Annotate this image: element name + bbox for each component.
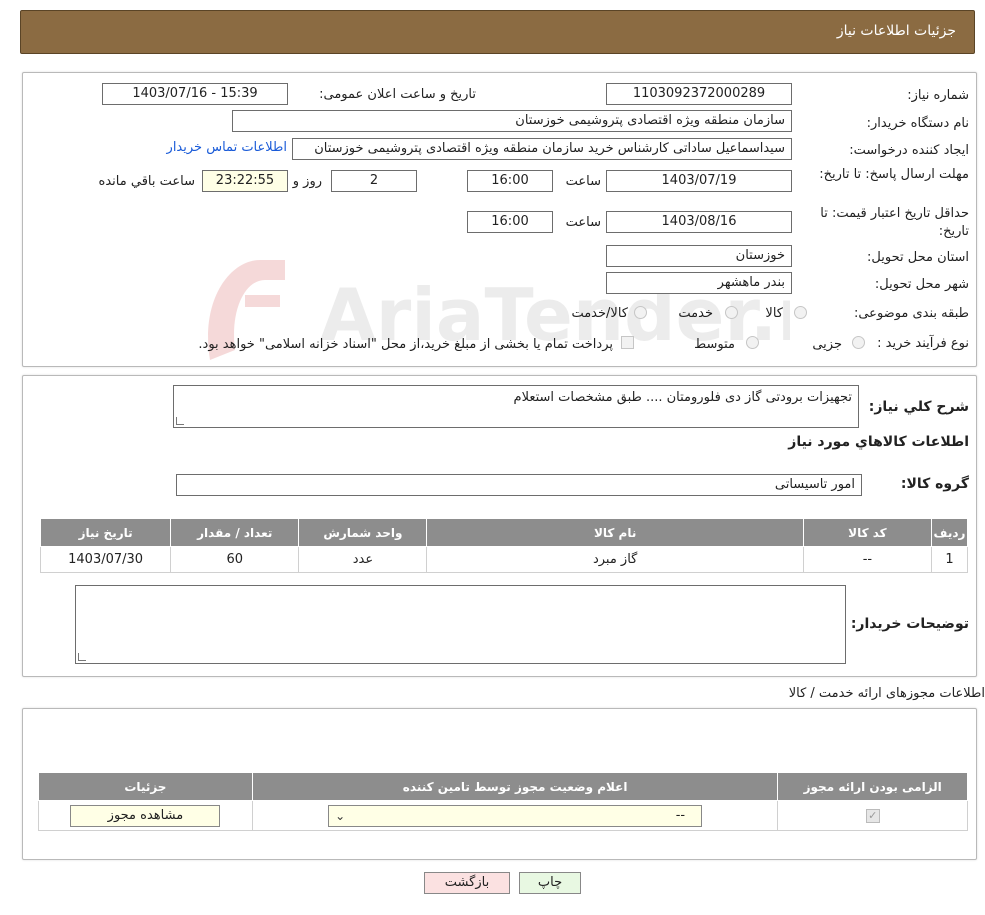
validity-label: حداقل تاریخ اعتبار قیمت: تا تاریخ: <box>799 205 969 241</box>
checkbox-checked-icon[interactable]: ✓ <box>865 809 880 823</box>
resize-handle-icon[interactable] <box>176 417 184 425</box>
category-option-goods: کالا <box>765 306 783 321</box>
table-row: 1 -- گاز مبرد عدد 60 1403/07/30 <box>39 546 969 573</box>
need-number-field: 1103092372000289 <box>606 83 792 105</box>
goods-info-title: اطلاعات کالاهاي مورد نياز <box>788 434 969 450</box>
buyer-field: سازمان منطقه ویژه اقتصادی پتروشیمی خوزست… <box>232 110 792 132</box>
city-field: بندر ماهشهر <box>606 272 792 294</box>
items-table: ردیف کد کالا نام کالا واحد شمارش تعداد /… <box>39 518 969 573</box>
deadline-time-field: 16:00 <box>467 170 553 192</box>
goods-group-label: گروه کالا: <box>900 476 969 492</box>
days-field: 2 <box>331 170 417 192</box>
process-checkbox[interactable] <box>621 336 634 349</box>
announce-label: تاریخ و ساعت اعلان عمومی: <box>319 87 476 102</box>
category-option-service: خدمت <box>678 306 713 321</box>
col-permit-details: جزئیات <box>38 772 253 801</box>
buyer-notes-label: توضیحات خریدار: <box>850 616 969 632</box>
view-permit-button[interactable]: مشاهده مجوز <box>70 804 221 827</box>
buyer-notes-textarea[interactable] <box>75 585 846 664</box>
page-title: جزئیات اطلاعات نیاز <box>836 23 956 39</box>
process-option-medium: متوسط <box>694 337 735 352</box>
creator-field: سیداسماعیل ساداتی کارشناس خرید سازمان من… <box>292 138 792 160</box>
validity-time-label: ساعت <box>565 215 601 230</box>
category-label: طبقه بندی موضوعی: <box>853 306 969 321</box>
announce-value: 1403/07/16 - 15:39 <box>132 86 258 101</box>
print-button[interactable]: چاپ <box>519 872 581 894</box>
cell-row: 1 <box>930 546 969 573</box>
permits-table-header: الزامی بودن ارائه مجوز اعلام وضعیت مجوز … <box>38 772 968 801</box>
category-radio-goods[interactable] <box>794 306 807 319</box>
permit-details-cell: مشاهده مجوز <box>38 800 253 831</box>
page-header: جزئیات اطلاعات نیاز <box>20 10 975 54</box>
validity-time-field: 16:00 <box>467 211 553 233</box>
deadline-label-text: مهلت ارسال پاسخ: تا تاریخ: <box>819 167 969 182</box>
col-code: کد کالا <box>802 518 932 547</box>
col-row: ردیف <box>930 518 969 547</box>
permits-table: الزامی بودن ارائه مجوز اعلام وضعیت مجوز … <box>38 772 968 831</box>
remaining-time-field: 23:22:55 <box>202 170 288 192</box>
validity-date-field: 1403/08/16 <box>606 211 792 233</box>
process-option-minor: جزیی <box>812 337 842 352</box>
col-date: تاریخ نیاز <box>39 518 172 547</box>
process-note: پرداخت تمام یا بخشی از مبلغ خرید،از محل … <box>198 337 613 352</box>
deadline-time-label: ساعت <box>565 174 601 189</box>
category-radio-both[interactable] <box>634 306 647 319</box>
cell-code: -- <box>802 546 932 573</box>
process-radio-medium[interactable] <box>746 336 759 349</box>
description-textarea[interactable]: تجهیزات برودتی گاز دی فلورومتان .... طبق… <box>173 385 859 428</box>
process-label: نوع فرآیند خرید : <box>877 336 969 351</box>
permit-status-cell: -- ⌄ <box>251 800 779 831</box>
col-permit-status: اعلام وضعیت مجوز توسط تامین کننده <box>251 772 779 801</box>
creator-label: ایجاد کننده درخواست: <box>849 143 969 158</box>
deadline-label: مهلت ارسال پاسخ: تا تاریخ: <box>799 166 969 184</box>
province-label: استان محل تحویل: <box>867 250 969 265</box>
cell-date: 1403/07/30 <box>39 546 172 573</box>
col-unit: واحد شمارش <box>298 518 428 547</box>
province-field: خوزستان <box>606 245 792 267</box>
days-label: روز و <box>292 174 322 189</box>
need-number-label: شماره نیاز: <box>907 88 969 103</box>
items-table-header: ردیف کد کالا نام کالا واحد شمارش تعداد /… <box>39 518 969 547</box>
col-qty: تعداد / مقدار <box>170 518 300 547</box>
resize-handle-icon[interactable] <box>78 653 86 661</box>
deadline-date-field: 1403/07/19 <box>606 170 792 192</box>
process-radio-minor[interactable] <box>852 336 865 349</box>
category-option-both: کالا/خدمت <box>571 306 628 321</box>
contact-buyer-link[interactable]: اطلاعات تماس خریدار <box>167 140 287 155</box>
permit-status-select[interactable]: -- ⌄ <box>328 804 703 827</box>
cell-name: گاز مبرد <box>426 546 804 573</box>
back-button[interactable]: بازگشت <box>424 872 510 894</box>
col-permit-required: الزامی بودن ارائه مجوز <box>777 772 968 801</box>
validity-label-text: حداقل تاریخ اعتبار قیمت: تا تاریخ: <box>820 206 969 239</box>
description-text: تجهیزات برودتی گاز دی فلورومتان .... طبق… <box>513 390 852 405</box>
city-label: شهر محل تحویل: <box>874 277 969 292</box>
description-label: شرح کلي نياز: <box>868 399 969 415</box>
buyer-label: نام دستگاه خریدار: <box>866 116 969 131</box>
announce-field: 1403/07/16 - 15:39 <box>102 83 288 105</box>
permits-title: اطلاعات مجوزهای ارائه خدمت / کالا <box>788 686 985 701</box>
permit-required-cell: ✓ <box>777 800 968 831</box>
chevron-down-icon: ⌄ <box>335 808 346 823</box>
cell-unit: عدد <box>298 546 428 573</box>
remaining-label: ساعت باقي مانده <box>98 174 195 189</box>
cell-qty: 60 <box>170 546 300 573</box>
permit-status-value: -- <box>675 807 686 823</box>
goods-group-field: امور تاسیساتی <box>176 474 862 496</box>
category-radio-service[interactable] <box>725 306 738 319</box>
col-name: نام کالا <box>426 518 804 547</box>
table-row: ✓ -- ⌄ مشاهده مجوز <box>38 800 968 831</box>
